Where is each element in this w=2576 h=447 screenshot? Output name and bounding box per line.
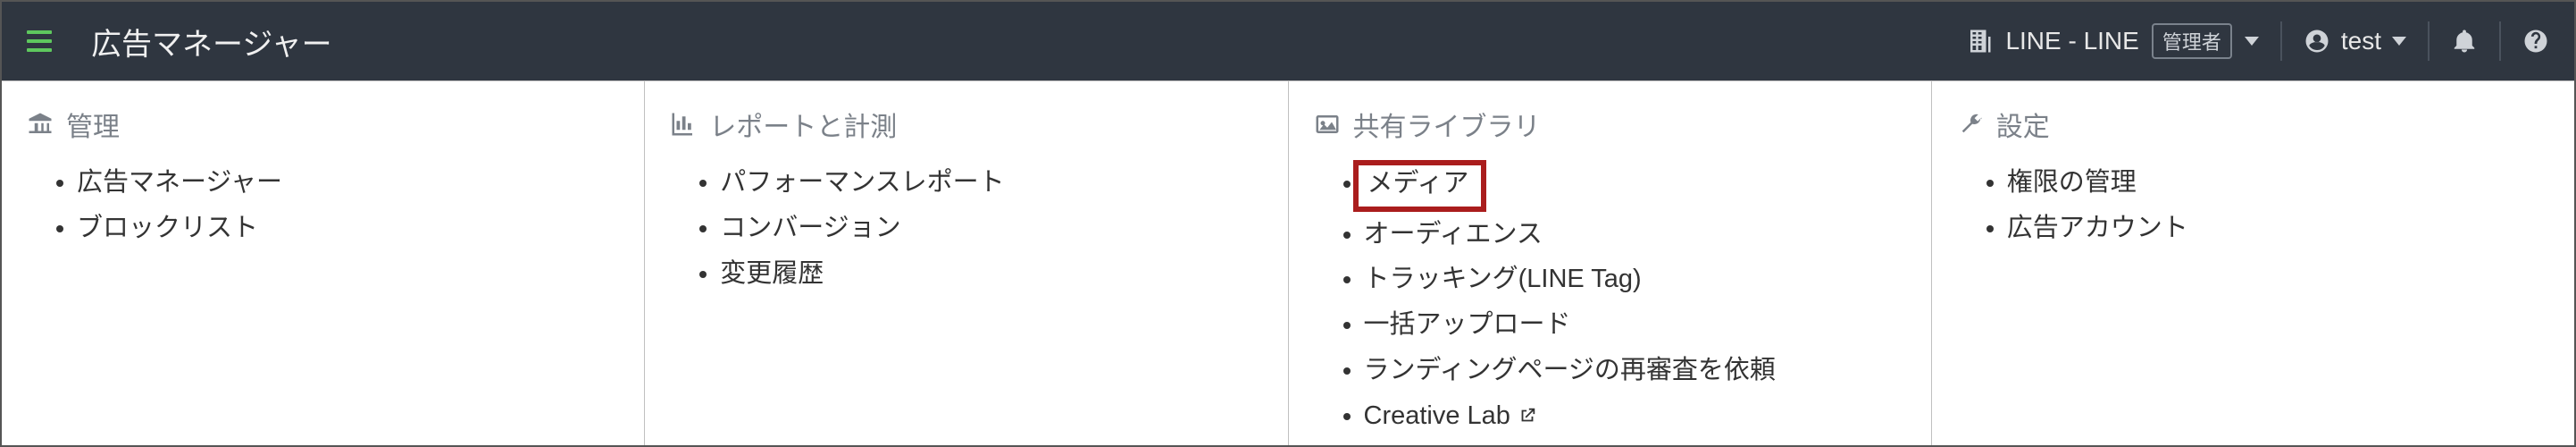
menu-item-label: 広告アカウント (2007, 214, 2188, 242)
highlight-box: メディア (1353, 160, 1487, 212)
topbar-right: LINE - LINE 管理者 test (1966, 21, 2549, 61)
menu-item-label: 広告マネージャー (77, 168, 282, 197)
menu-item-label: 変更履歴 (720, 259, 824, 288)
menu-item[interactable]: ランディングページの再審査を依頼 (1364, 348, 1906, 393)
column-title: 設定 (1996, 105, 2050, 144)
column-title: レポートと計測 (709, 105, 897, 144)
user-name: test (2341, 27, 2381, 55)
mega-menu: 管理広告マネージャーブロックリストレポートと計測パフォーマンスレポートコンバージ… (2, 80, 2574, 445)
menu-item[interactable]: Creative Lab (1364, 393, 1906, 439)
menu-column: レポートと計測パフォーマンスレポートコンバージョン変更履歴 (645, 81, 1288, 445)
external-link-icon (1518, 395, 1537, 415)
role-badge: 管理者 (2152, 23, 2232, 59)
menu-item[interactable]: ブロックリスト (77, 206, 619, 251)
menu-item-label: オーディエンス (1364, 220, 1543, 249)
menu-item-label: ブロックリスト (77, 214, 258, 242)
wrench-icon (1957, 111, 1984, 138)
chart-icon (670, 111, 697, 138)
help-button[interactable] (2522, 28, 2549, 55)
app-title: 広告マネージャー (91, 20, 332, 63)
image-icon (1314, 111, 1341, 138)
menu-column: 共有ライブラリメディアオーディエンストラッキング(LINE Tag) 一括アップロ… (1289, 81, 1932, 445)
user-menu[interactable]: test (2304, 27, 2406, 55)
user-circle-icon (2304, 28, 2330, 55)
column-title: 共有ライブラリ (1353, 105, 1541, 144)
menu-list: パフォーマンスレポートコンバージョン変更履歴 (670, 160, 1262, 296)
menu-item-label: ランディングページの再審査を依頼 (1364, 356, 1776, 384)
menu-item[interactable]: メディア (1364, 160, 1906, 212)
menu-item[interactable]: 一括アップロード (1364, 302, 1906, 348)
column-header: 管理 (27, 105, 619, 144)
menu-item-label: 権限の管理 (2007, 168, 2137, 197)
column-header: 設定 (1957, 105, 2549, 144)
divider (2280, 21, 2282, 61)
menu-item[interactable]: コンバージョン (720, 206, 1262, 251)
divider (2499, 21, 2501, 61)
menu-item-label: パフォーマンスレポート (720, 168, 1004, 197)
menu-toggle-button[interactable] (27, 30, 52, 52)
menu-item[interactable]: パフォーマンスレポート (720, 160, 1262, 206)
menu-column: 設定権限の管理広告アカウント (1932, 81, 2574, 445)
divider (2428, 21, 2430, 61)
caret-down-icon (2392, 37, 2406, 46)
account-name: LINE - LINE (2005, 27, 2138, 55)
column-header: 共有ライブラリ (1314, 105, 1906, 144)
menu-list: 広告マネージャーブロックリスト (27, 160, 619, 251)
bell-icon (2451, 28, 2478, 55)
account-switcher[interactable]: LINE - LINE 管理者 (1966, 23, 2258, 59)
menu-item-label: コンバージョン (720, 214, 900, 242)
menu-list: 権限の管理広告アカウント (1957, 160, 2549, 251)
menu-list: メディアオーディエンストラッキング(LINE Tag) 一括アップロードランディン… (1314, 160, 1906, 438)
column-title: 管理 (66, 105, 120, 144)
menu-column: 管理広告マネージャーブロックリスト (2, 81, 645, 445)
menu-item[interactable]: 権限の管理 (2007, 160, 2549, 206)
menu-item[interactable]: オーディエンス (1364, 212, 1906, 257)
column-header: レポートと計測 (670, 105, 1262, 144)
institution-icon (27, 111, 54, 138)
menu-item[interactable]: トラッキング(LINE Tag) (1364, 257, 1906, 302)
menu-item-label: 一括アップロード (1364, 310, 1571, 339)
topbar: 広告マネージャー LINE - LINE 管理者 test (2, 2, 2574, 80)
menu-item-label: Creative Lab (1364, 401, 1510, 430)
notifications-button[interactable] (2451, 28, 2478, 55)
help-icon (2522, 28, 2549, 55)
caret-down-icon (2245, 37, 2259, 46)
building-icon (1966, 28, 1993, 55)
menu-item[interactable]: 変更履歴 (720, 251, 1262, 297)
menu-item-label: トラッキング(LINE Tag) (1364, 265, 1642, 293)
menu-item-label: メディア (1367, 169, 1469, 198)
menu-item[interactable]: 広告アカウント (2007, 206, 2549, 251)
menu-item[interactable]: 広告マネージャー (77, 160, 619, 206)
